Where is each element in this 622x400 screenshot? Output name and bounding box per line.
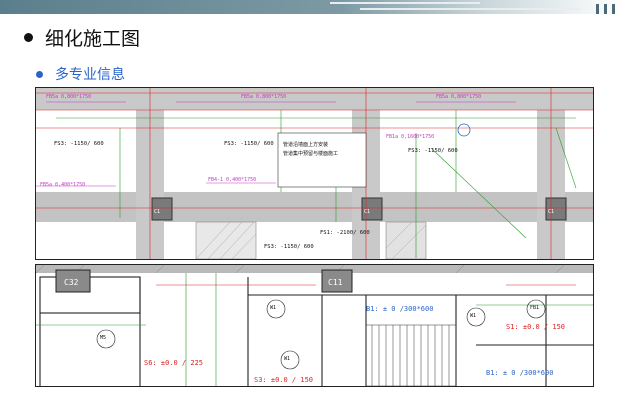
slab-label: FS3: -1150/ 600 [224, 141, 274, 147]
beam-label: FB5a 0,800*1750 [46, 94, 91, 100]
column-label: C1 [154, 209, 160, 215]
door-tag: W1 [284, 356, 290, 362]
slide: 细化施工图 多专业信息 FB5a 0,800*1750 FB5a 0,800*1… [0, 0, 622, 400]
slab-label: FS3: -1150/ 600 [54, 141, 104, 147]
subtitle-bullet-icon [36, 70, 43, 78]
room-label: B1: ± 0 /300*600 [366, 305, 433, 313]
slab-label: FS3: -1150/ 600 [264, 244, 314, 250]
title-bullet-icon [24, 33, 33, 42]
beam-label: FB5a 0,800*1750 [436, 94, 481, 100]
column-label: C1 [548, 209, 554, 215]
room-label: S6: ±0.0 / 225 [144, 359, 203, 367]
door-tag: W1 [270, 305, 276, 311]
door-tag: FB1 [530, 305, 539, 311]
beam-label: FB5a 0,800*1750 [241, 94, 286, 100]
beam-label: FB1a 0,1600*1750 [386, 134, 434, 140]
note-text: 管道沿墙面上方安装 [283, 141, 328, 148]
slab-label: FS3: -1150/ 600 [408, 148, 458, 154]
column-tag: C11 [328, 278, 343, 287]
header-decoration [0, 0, 622, 14]
subtitle-row: 多专业信息 [36, 64, 125, 84]
door-tag: W1 [470, 313, 476, 319]
foundation-plan-drawing: FB5a 0,800*1750 FB5a 0,800*1750 FB5a 0,8… [35, 87, 594, 260]
room-label: B1: ± 0 /300*600 [486, 369, 553, 377]
title-row: 细化施工图 [24, 24, 140, 51]
slab-label: FS1: -2100/ 600 [320, 230, 370, 236]
floor-plan-drawing: W1 M5 W1 FB1 W1 C32 C11 S6: ±0.0 / 225 S… [35, 264, 594, 387]
column-label: C1 [364, 209, 370, 215]
room-label: S3: ±0.0 / 150 [254, 376, 313, 384]
note-text: 管道集中预留与楼面施工 [283, 150, 338, 157]
slide-subtitle: 多专业信息 [55, 67, 125, 83]
room-label: S1: ±0.0 / 150 [506, 323, 565, 331]
door-tag: M5 [100, 335, 106, 341]
slide-title: 细化施工图 [45, 28, 141, 50]
beam-label: FB5a 0,400*1750 [40, 182, 85, 188]
column-tag: C32 [64, 278, 79, 287]
beam-label: FB4-1 0,400*1750 [208, 177, 256, 183]
